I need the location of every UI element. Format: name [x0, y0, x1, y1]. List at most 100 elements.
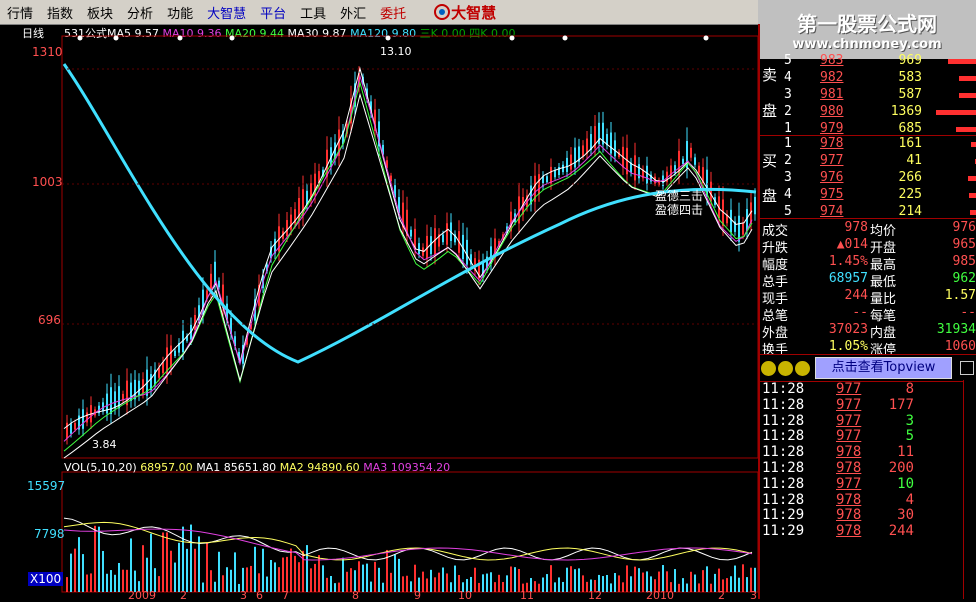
volume-bar	[710, 584, 712, 592]
sell-order-row[interactable]: 3981587	[762, 87, 976, 103]
menu-item-bankuai[interactable]: 板块	[80, 3, 120, 22]
volume-bar	[270, 560, 272, 592]
volume-bar	[694, 575, 696, 592]
order-level: 4	[784, 187, 792, 202]
order-price: 976	[820, 170, 843, 185]
circle-button-3[interactable]	[795, 361, 810, 376]
buy-order-row[interactable]: 1978161	[762, 136, 976, 152]
kline-chart[interactable]	[0, 24, 758, 599]
volume-bar	[434, 577, 436, 592]
vol-legend-name: VOL(5,10,20)	[64, 461, 137, 474]
x-label-aug: 8	[352, 589, 359, 602]
menu-item-gongju[interactable]: 工具	[293, 3, 333, 22]
volume-bar	[346, 572, 348, 592]
tick-time: 11:28	[762, 413, 804, 429]
y-label-low: 696	[38, 313, 61, 327]
menu-item-weituo[interactable]: 委托	[373, 3, 413, 22]
volume-bar	[378, 568, 380, 592]
menu-item-pingtai[interactable]: 平台	[253, 3, 293, 22]
quote-value-2: 31934	[937, 322, 976, 337]
volume-bar	[166, 532, 168, 592]
volume-bar	[94, 526, 96, 592]
volume-bar	[514, 567, 516, 592]
tick-volume: 200	[889, 460, 914, 476]
scrollbar[interactable]	[963, 380, 976, 599]
volume-bar	[314, 564, 316, 592]
candle-body	[82, 409, 84, 429]
volume-bar	[622, 582, 624, 592]
volume-bar	[334, 583, 336, 592]
candle-body	[74, 423, 76, 430]
volume-bar	[78, 537, 80, 592]
ma-line	[64, 76, 752, 441]
candle-body	[550, 167, 552, 184]
candle-body	[138, 381, 140, 396]
volume-bar	[490, 572, 492, 592]
x-label-feb2010: 2	[718, 589, 725, 602]
topview-button[interactable]: 点击查看Topview	[815, 357, 952, 379]
order-volume-bar	[970, 210, 976, 215]
candle-body	[218, 281, 220, 288]
tick-volume: 3	[906, 413, 914, 429]
menu-item-dazhihui[interactable]: 大智慧	[200, 3, 253, 22]
candle-body	[574, 148, 576, 168]
menu-item-fenxi[interactable]: 分析	[120, 3, 160, 22]
tick-volume: 4	[906, 492, 914, 508]
quote-value-2: 965	[953, 237, 976, 252]
quote-value: --	[852, 305, 868, 320]
order-level: 1	[784, 121, 792, 136]
order-volume-bar	[959, 93, 976, 98]
volume-bar	[446, 573, 448, 592]
expand-toggle-icon[interactable]	[960, 361, 974, 375]
volume-bar	[306, 545, 308, 592]
volume-bar	[422, 572, 424, 592]
sell-order-row[interactable]: 29801369	[762, 104, 976, 120]
menu-item-hangqing[interactable]: 行情	[0, 3, 40, 22]
volume-bar	[318, 555, 320, 592]
x-label-2009: 2009	[128, 589, 156, 602]
vol-y-label-top: 15597	[27, 479, 65, 493]
circle-button-1[interactable]	[761, 361, 776, 376]
tick-row: 11:289784	[762, 492, 976, 508]
volume-bar	[74, 549, 76, 592]
quote-value: 1.45%	[829, 254, 868, 269]
quote-value: 978	[845, 220, 868, 235]
volume-bar	[330, 576, 332, 592]
x-label-jun: 6	[256, 589, 263, 602]
order-volume-bar	[971, 142, 976, 147]
buy-order-row[interactable]: 3976266	[762, 170, 976, 186]
order-price: 981	[820, 87, 843, 102]
menu-item-waihui[interactable]: 外汇	[333, 3, 373, 22]
candle-body	[418, 243, 420, 254]
volume-bar	[278, 567, 280, 592]
tick-price: 977	[836, 413, 861, 429]
tick-row: 11:2997830	[762, 507, 976, 523]
tick-time: 11:28	[762, 444, 804, 460]
buy-order-row[interactable]: 4975225	[762, 187, 976, 203]
tick-price: 978	[836, 444, 861, 460]
quote-row: 换手1.05%涨停1060	[762, 339, 976, 355]
menu-item-gongneng[interactable]: 功能	[160, 3, 200, 22]
volume-bar	[290, 549, 292, 592]
tick-row: 11:29978244	[762, 523, 976, 539]
quote-divider	[760, 218, 976, 219]
volume-bar	[642, 573, 644, 592]
sell-order-row[interactable]: 4982583	[762, 70, 976, 86]
tick-price: 978	[836, 523, 861, 539]
sell-order-row[interactable]: 5983969	[762, 53, 976, 69]
volume-bar	[198, 536, 200, 592]
volume-bar	[146, 558, 148, 592]
candle-body	[546, 176, 548, 182]
buy-order-row[interactable]: 297741	[762, 153, 976, 169]
volume-bar	[118, 563, 120, 592]
candle-body	[610, 133, 612, 154]
tick-price: 978	[836, 460, 861, 476]
quote-value: 1.05%	[829, 339, 868, 354]
circle-button-2[interactable]	[778, 361, 793, 376]
y-label-mid: 1003	[32, 175, 63, 189]
order-volume: 225	[899, 187, 922, 202]
candle-body	[638, 164, 640, 178]
volume-bar	[206, 542, 208, 592]
vol-y-label-mid: 7798	[34, 527, 65, 541]
menu-item-zhishu[interactable]: 指数	[40, 3, 80, 22]
